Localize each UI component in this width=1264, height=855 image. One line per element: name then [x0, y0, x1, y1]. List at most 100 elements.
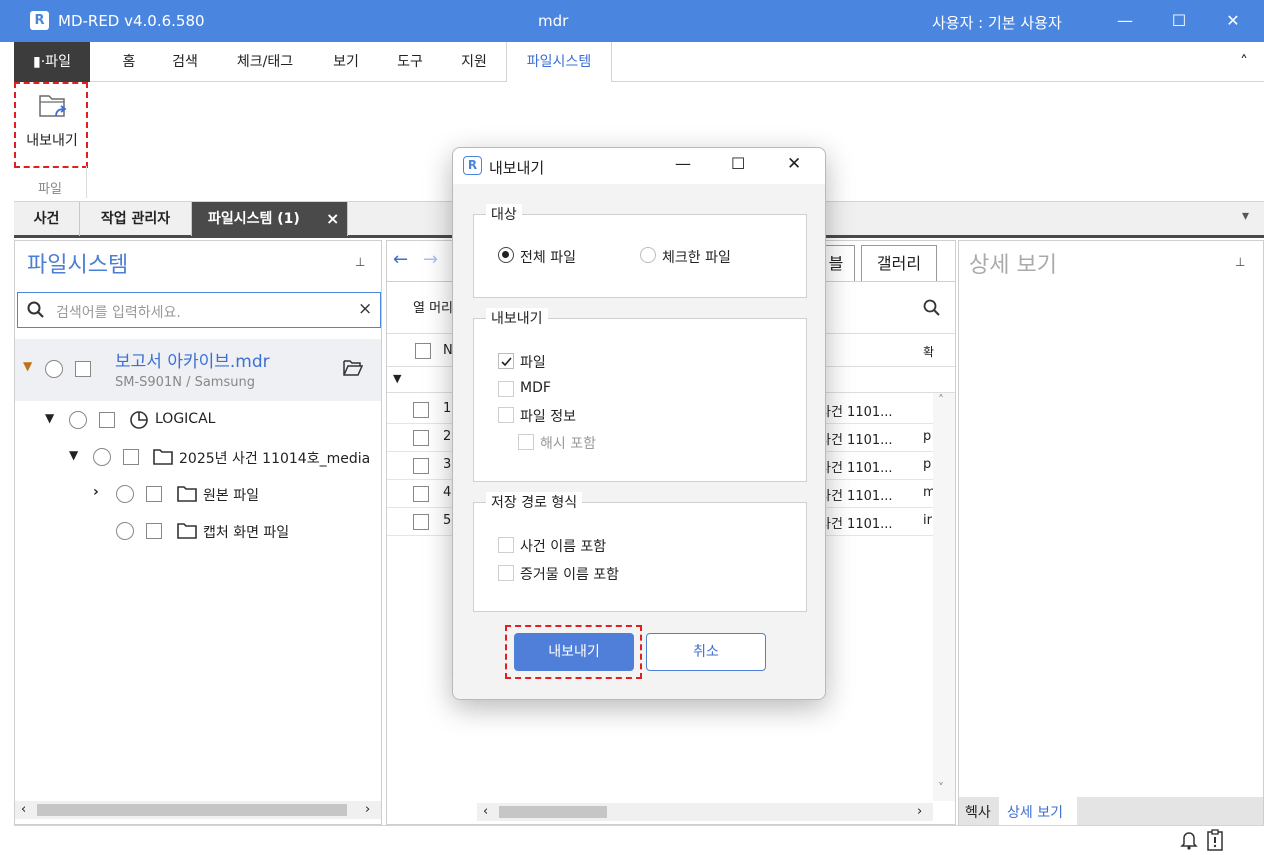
tree-item-logical[interactable]: ▼ LOGICAL: [15, 405, 381, 435]
tree-radio[interactable]: [116, 522, 134, 540]
tree-item-capture[interactable]: 캡처 화면 파일: [15, 516, 381, 546]
forward-arrow-icon[interactable]: →: [423, 249, 438, 270]
dialog-minimize-button[interactable]: —: [675, 154, 691, 173]
menu-filesystem[interactable]: 파일시스템: [506, 42, 612, 83]
menu-search[interactable]: 검색: [166, 42, 204, 82]
col-ext-header[interactable]: 확: [923, 343, 934, 360]
ribbon-export-button[interactable]: 내보내기: [14, 82, 88, 168]
detail-panel: 상세 보기 ⊥ 헥사 상세 보기: [958, 240, 1264, 825]
detail-tab-bar: 헥사 상세 보기: [959, 797, 1263, 825]
column-header-button[interactable]: 열 머리: [413, 297, 453, 316]
tab-hex[interactable]: 헥사: [965, 802, 991, 822]
tab-detail[interactable]: 상세 보기: [999, 797, 1077, 825]
row-num: 5: [443, 513, 452, 528]
left-hscrollbar[interactable]: ‹ ›: [15, 801, 381, 819]
chevron-right-icon[interactable]: ›: [93, 484, 99, 500]
tab-table-label: 블: [828, 254, 844, 273]
close-icon[interactable]: ×: [326, 202, 339, 236]
tree-radio[interactable]: [116, 485, 134, 503]
tree-root-item[interactable]: ▼ 보고서 아카이브.mdr SM-S901N / Samsung: [15, 339, 381, 401]
checkbox-include-hash[interactable]: [518, 434, 534, 450]
tree-checkbox[interactable]: [123, 449, 139, 465]
close-button[interactable]: ✕: [1218, 8, 1248, 34]
dialog-title-bar: R 내보내기 — ☐ ✕: [453, 148, 825, 184]
search-clear-icon[interactable]: ×: [358, 299, 372, 319]
cancel-button[interactable]: 취소: [646, 633, 766, 671]
minimize-button[interactable]: —: [1110, 8, 1140, 34]
row-checkbox[interactable]: [413, 486, 429, 502]
row-checkbox[interactable]: [413, 402, 429, 418]
scroll-left-icon[interactable]: ‹: [21, 802, 26, 817]
tab-case[interactable]: 사건: [14, 202, 80, 236]
mid-vscrollbar[interactable]: ˄ ˅: [933, 393, 955, 801]
row-checkbox[interactable]: [413, 430, 429, 446]
checkbox-include-case-name-label: 사건 이름 포함: [520, 539, 607, 555]
radio-checked-files[interactable]: [640, 247, 656, 263]
export-legend: 내보내기: [486, 308, 548, 328]
tab-task-manager[interactable]: 작업 관리자: [80, 202, 192, 236]
scroll-thumb[interactable]: [37, 804, 347, 816]
tree-checkbox[interactable]: [99, 412, 115, 428]
scroll-right-icon[interactable]: ›: [917, 804, 922, 819]
row-path: 사건 1101...: [819, 517, 893, 532]
tree-label: LOGICAL: [155, 411, 216, 427]
tab-dropdown-icon[interactable]: ▾: [1242, 208, 1249, 224]
radio-all-files[interactable]: [498, 247, 514, 263]
folder-open-icon[interactable]: [343, 359, 363, 377]
row-checkbox[interactable]: [413, 458, 429, 474]
clipboard-alert-icon[interactable]: [1206, 829, 1224, 851]
filter-icon[interactable]: ▼: [393, 372, 401, 385]
checkbox-mdf[interactable]: [498, 381, 514, 397]
menu-home[interactable]: 홈: [114, 42, 144, 82]
tab-gallery[interactable]: 갤러리: [861, 245, 937, 281]
checkbox-file-label: 파일: [520, 355, 546, 371]
menu-file[interactable]: ▮·파일: [14, 42, 90, 82]
menu-tools[interactable]: 도구: [390, 42, 430, 82]
scroll-left-icon[interactable]: ‹: [483, 804, 488, 819]
folder-export-icon: [39, 95, 67, 117]
tree-checkbox[interactable]: [146, 486, 162, 502]
chevron-down-icon[interactable]: ▼: [45, 411, 54, 425]
dialog-maximize-button[interactable]: ☐: [731, 154, 745, 173]
checkbox-file-info[interactable]: [498, 407, 514, 423]
row-path: 사건 1101...: [819, 433, 893, 448]
checkbox-include-hash-label: 해시 포함: [540, 436, 596, 452]
tree-radio[interactable]: [69, 411, 87, 429]
chevron-down-icon[interactable]: ▼: [69, 448, 78, 462]
header-checkbox[interactable]: [415, 343, 431, 359]
app-title: MD-RED v4.0.6.580: [58, 12, 205, 30]
menu-support[interactable]: 지원: [454, 42, 494, 82]
search-input[interactable]: 검색어를 입력하세요. ×: [17, 292, 381, 328]
tree-radio[interactable]: [93, 448, 111, 466]
menu-view[interactable]: 보기: [326, 42, 366, 82]
menu-check-tag[interactable]: 체크/태그: [228, 42, 302, 82]
scroll-thumb[interactable]: [499, 806, 607, 818]
pin-icon[interactable]: ⊥: [355, 255, 365, 269]
search-icon[interactable]: [923, 299, 941, 317]
save-path-group: 저장 경로 형식 사건 이름 포함 증거물 이름 포함: [473, 492, 807, 612]
row-num: 3: [443, 457, 452, 472]
checkbox-file[interactable]: [498, 353, 514, 369]
tree-item-original[interactable]: › 원본 파일: [15, 479, 381, 509]
mid-hscrollbar[interactable]: ‹ ›: [477, 803, 933, 821]
ribbon-collapse-icon[interactable]: ˄: [1232, 42, 1256, 82]
bell-icon[interactable]: [1180, 830, 1198, 850]
dialog-close-button[interactable]: ✕: [787, 154, 801, 174]
tree-radio[interactable]: [45, 360, 63, 378]
tree-item-case-media[interactable]: ▼ 2025년 사건 11014호_media: [15, 442, 381, 472]
tab-filesystem[interactable]: 파일시스템 (1) ×: [192, 202, 348, 236]
maximize-button[interactable]: ☐: [1164, 8, 1194, 34]
tree-checkbox[interactable]: [146, 523, 162, 539]
back-arrow-icon[interactable]: ←: [393, 249, 408, 270]
tree-checkbox[interactable]: [75, 361, 91, 377]
export-confirm-button[interactable]: 내보내기: [514, 633, 634, 671]
app-window: R MD-RED v4.0.6.580 mdr 사용자 : 기본 사용자 — ☐…: [0, 0, 1264, 855]
scroll-right-icon[interactable]: ›: [365, 802, 370, 817]
checkbox-include-evidence-name[interactable]: [498, 565, 514, 581]
checkbox-include-case-name[interactable]: [498, 537, 514, 553]
row-checkbox[interactable]: [413, 514, 429, 530]
scroll-down-icon[interactable]: ˅: [938, 781, 944, 795]
chevron-down-icon[interactable]: ▼: [23, 359, 32, 373]
scroll-up-icon[interactable]: ˄: [938, 393, 944, 407]
pin-icon[interactable]: ⊥: [1235, 255, 1245, 269]
